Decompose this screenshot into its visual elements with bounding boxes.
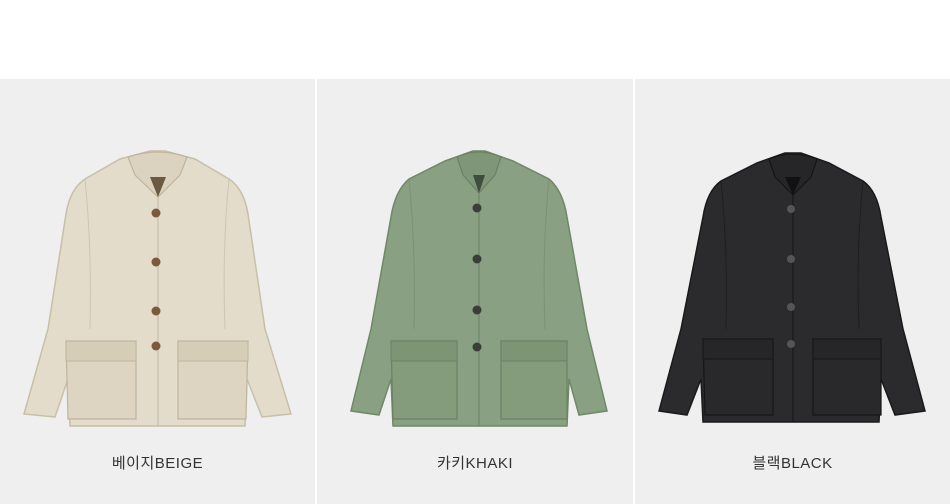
color-label-black: 블랙BLACK	[752, 455, 833, 472]
color-label-beige: 베이지BEIGE	[111, 455, 204, 472]
color-label-khaki: 카키KHAKI	[436, 455, 514, 472]
khaki-jacket-image	[350, 150, 608, 427]
color-variant-gallery: 베이지BEIGE 카키KHAKI 블랙BLACK	[0, 79, 950, 504]
product-card-khaki[interactable]: 카키KHAKI	[317, 79, 633, 504]
beige-jacket-image	[23, 150, 292, 427]
top-spacer	[0, 0, 950, 79]
button-1	[151, 208, 161, 218]
black-jacket-image	[658, 152, 926, 423]
product-card-beige[interactable]: 베이지BEIGE	[0, 79, 315, 504]
product-card-black[interactable]: 블랙BLACK	[635, 79, 950, 504]
